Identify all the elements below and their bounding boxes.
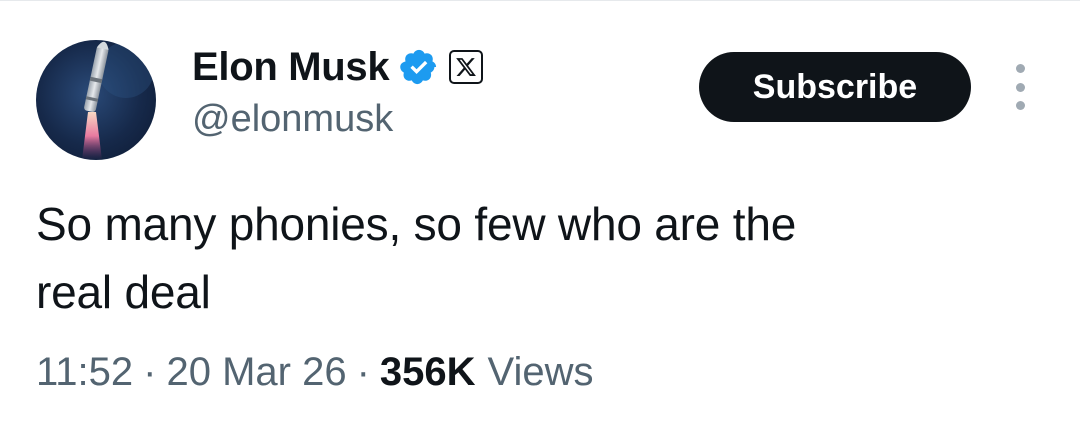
x-logo-icon[interactable] — [449, 50, 484, 84]
tweet-date[interactable]: 20 Mar 26 — [166, 350, 346, 395]
top-divider — [0, 0, 1080, 1]
verified-badge-icon — [399, 47, 439, 87]
more-dot — [1015, 82, 1025, 92]
avatar[interactable] — [36, 40, 156, 160]
tweet-meta: 11:52 · 20 Mar 26 · 356K Views — [36, 350, 594, 395]
views-count[interactable]: 356K — [380, 350, 476, 395]
meta-separator: · — [143, 350, 157, 394]
avatar-rocket-image — [82, 41, 154, 160]
meta-separator: · — [356, 350, 370, 394]
author-name-row: Elon Musk — [192, 44, 484, 90]
subscribe-button[interactable]: Subscribe — [699, 52, 971, 122]
more-dot — [1015, 64, 1025, 73]
tweet-text: So many phonies, so few who are the real… — [36, 190, 1036, 326]
author-display-name[interactable]: Elon Musk — [192, 45, 390, 90]
more-vertical-icon[interactable] — [1004, 64, 1036, 110]
views-label[interactable]: Views — [488, 350, 594, 395]
tweet-text-line: So many phonies, so few who are the — [36, 198, 797, 250]
tweet-text-line: real deal — [36, 266, 211, 318]
tweet-time[interactable]: 11:52 — [36, 350, 133, 395]
author-handle[interactable]: @elonmusk — [192, 98, 393, 141]
more-dot — [1015, 101, 1025, 110]
